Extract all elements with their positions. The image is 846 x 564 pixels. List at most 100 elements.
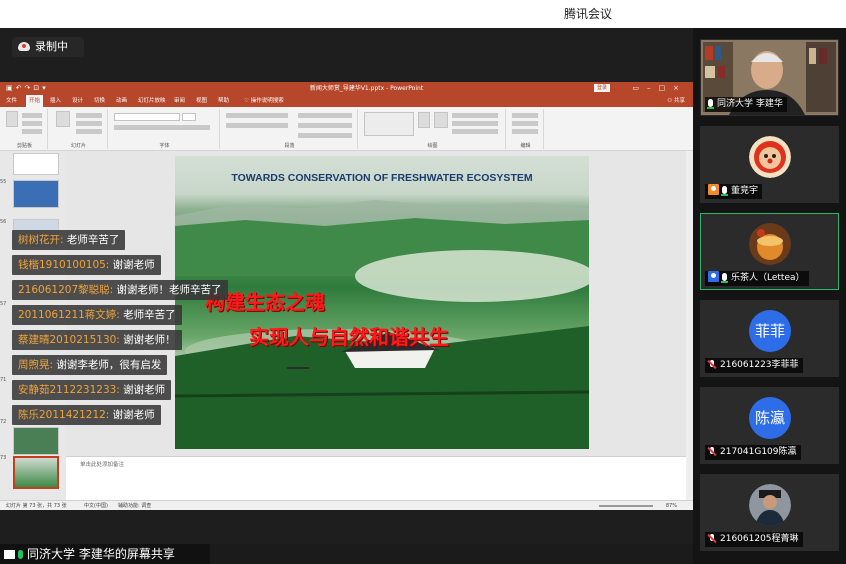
ribbon-group-clipboard: 剪贴板 xyxy=(2,109,48,149)
text-direction-button[interactable] xyxy=(298,113,352,118)
slide[interactable]: TOWARDS CONSERVATION OF FRESHWATER ECOSY… xyxy=(175,156,589,449)
ppt-ribbon-tabs: 文件 开始 插入 设计 切换 动画 幻灯片放映 审阅 视图 帮助 ♡ 操作说明搜… xyxy=(0,95,693,107)
zoom-level[interactable]: 87% xyxy=(666,501,677,510)
participant-list[interactable]: 同济大学 李建华 董竞宇 乐茶人（Lettea） 菲菲 216061223李菲菲… xyxy=(693,28,846,564)
ppt-vertical-scrollbar[interactable] xyxy=(686,151,693,500)
screen-share-icon xyxy=(4,550,15,559)
participant-tile[interactable]: 菲菲 216061223李菲菲 xyxy=(700,300,839,377)
slide-thumbnail[interactable] xyxy=(13,427,59,455)
recording-indicator[interactable]: 录制中 xyxy=(12,37,84,57)
shapes-gallery[interactable] xyxy=(364,112,414,136)
mic-muted-icon xyxy=(708,447,716,455)
shape-outline-button[interactable] xyxy=(452,121,498,126)
participant-name: 217041G109陈瀛 xyxy=(720,447,797,457)
tab-file[interactable]: 文件 xyxy=(6,95,17,107)
section-button[interactable] xyxy=(76,129,102,134)
avatar-image xyxy=(749,223,791,265)
ppt-window-controls[interactable]: ▭–□× xyxy=(632,82,687,95)
chat-message: 安静茹2112231233: 谢谢老师 xyxy=(12,380,172,400)
replace-button[interactable] xyxy=(512,121,538,126)
chat-sender: 周煦晃: xyxy=(18,359,54,371)
participant-name: 216061223李菲菲 xyxy=(720,360,799,370)
copy-button[interactable] xyxy=(22,121,42,126)
status-accessibility[interactable]: 辅助功能: 调查 xyxy=(118,501,151,510)
ppt-login-button[interactable]: 登录 xyxy=(594,84,610,92)
participant-tile[interactable]: 216061205程菁琳 xyxy=(700,474,839,551)
new-slide-icon[interactable] xyxy=(56,111,70,127)
layout-button[interactable] xyxy=(76,113,102,118)
participant-name-label: 216061205程菁琳 xyxy=(705,532,803,547)
chat-sender: 安静茹2112231233: xyxy=(18,384,120,396)
ribbon-group-label: 剪贴板 xyxy=(16,143,32,149)
quick-styles-icon[interactable] xyxy=(434,112,448,128)
mic-muted-icon xyxy=(708,534,716,542)
participant-tile[interactable]: 陈瀛 217041G109陈瀛 xyxy=(700,387,839,464)
ppt-title-bar: ▣↶↷⊡▾ 新闻大师赏_导建华V1.pptx - PowerPoint 登录 ▭… xyxy=(0,82,693,95)
select-button[interactable] xyxy=(512,129,538,134)
tab-review[interactable]: 审阅 xyxy=(174,95,185,107)
chat-text: 谢谢老师 xyxy=(109,259,155,271)
tab-transitions[interactable]: 切换 xyxy=(94,95,105,107)
slide-thumbnail[interactable] xyxy=(13,153,59,175)
participant-name-label: 同济大学 李建华 xyxy=(705,97,787,112)
list-buttons[interactable] xyxy=(226,113,288,118)
font-size-select[interactable] xyxy=(182,113,196,121)
ppt-share-label: 共享 xyxy=(673,98,685,104)
mic-on-icon xyxy=(707,99,714,109)
app-title: 腾讯会议 xyxy=(563,7,612,21)
ribbon-group-label: 绘图 xyxy=(427,143,438,149)
reset-button[interactable] xyxy=(76,121,102,126)
slide-number: 71 xyxy=(0,377,7,383)
chat-sender: 蔡建晴2010215130: xyxy=(18,334,120,346)
ribbon-group-label: 字体 xyxy=(159,143,170,149)
slide-number: 73 xyxy=(0,455,7,461)
participant-tile[interactable]: 董竞宇 xyxy=(700,126,839,203)
slide-thumbnail[interactable] xyxy=(13,180,59,208)
paste-icon[interactable] xyxy=(6,111,18,127)
smartart-button[interactable] xyxy=(298,133,352,138)
font-format-buttons[interactable] xyxy=(114,125,210,130)
notes-pane[interactable]: 单击此处添加备注 xyxy=(66,456,686,500)
ribbon-group-label: 幻灯片 xyxy=(70,143,86,149)
align-text-button[interactable] xyxy=(298,123,352,128)
notes-placeholder: 单击此处添加备注 xyxy=(80,462,125,468)
tab-design[interactable]: 设计 xyxy=(72,95,83,107)
find-button[interactable] xyxy=(512,113,538,118)
align-buttons[interactable] xyxy=(226,123,288,128)
participant-name-label: 217041G109陈瀛 xyxy=(705,445,801,460)
shape-fill-button[interactable] xyxy=(452,113,498,118)
slide-thumbnail-selected[interactable] xyxy=(13,456,59,489)
tab-view[interactable]: 视图 xyxy=(196,95,207,107)
zoom-slider[interactable] xyxy=(599,505,653,507)
format-painter-button[interactable] xyxy=(22,129,42,134)
ppt-ribbon: 剪贴板 幻灯片 字体 段落 绘图 编辑 xyxy=(0,107,693,151)
tab-help[interactable]: 帮助 xyxy=(218,95,229,107)
mic-on-icon xyxy=(721,186,728,196)
tab-insert[interactable]: 插入 xyxy=(50,95,61,107)
ppt-share-button[interactable]: ⚇ 共享 xyxy=(667,95,685,107)
mic-on-icon xyxy=(721,273,728,283)
chat-sender: 树树花开: xyxy=(18,234,64,246)
tab-slideshow[interactable]: 幻灯片放映 xyxy=(138,95,166,107)
participant-avatar: 菲菲 xyxy=(749,310,791,352)
tab-home[interactable]: 开始 xyxy=(26,95,44,107)
arrange-icon[interactable] xyxy=(418,112,430,128)
chat-text: 谢谢老师 xyxy=(119,384,166,396)
user-icon xyxy=(708,184,719,195)
slide-number: 72 xyxy=(0,419,7,425)
cut-button[interactable] xyxy=(22,113,42,118)
shape-effects-button[interactable] xyxy=(452,129,498,134)
mic-icon xyxy=(18,550,23,559)
slide-thumbnail-pane[interactable]: 55 56 57 71 72 73 xyxy=(0,151,66,500)
participant-tile[interactable]: 同济大学 李建华 xyxy=(700,39,839,116)
chat-message: 2011061211蒋文婷: 老师辛苦了 xyxy=(12,305,182,325)
font-name-select[interactable] xyxy=(114,113,180,121)
ribbon-group-editing: 编辑 xyxy=(508,109,544,149)
ribbon-group-label: 段落 xyxy=(284,143,295,149)
tell-me-search[interactable]: ♡ 操作说明搜索 xyxy=(244,95,284,107)
tab-animations[interactable]: 动画 xyxy=(116,95,127,107)
participant-tile-speaking[interactable]: 乐茶人（Lettea） xyxy=(700,213,839,290)
ribbon-group-drawing: 绘图 xyxy=(360,109,506,149)
screen-share-text: 同济大学 李建华的屏幕共享 xyxy=(27,547,175,561)
chat-text: 老师辛苦了 xyxy=(119,309,176,321)
